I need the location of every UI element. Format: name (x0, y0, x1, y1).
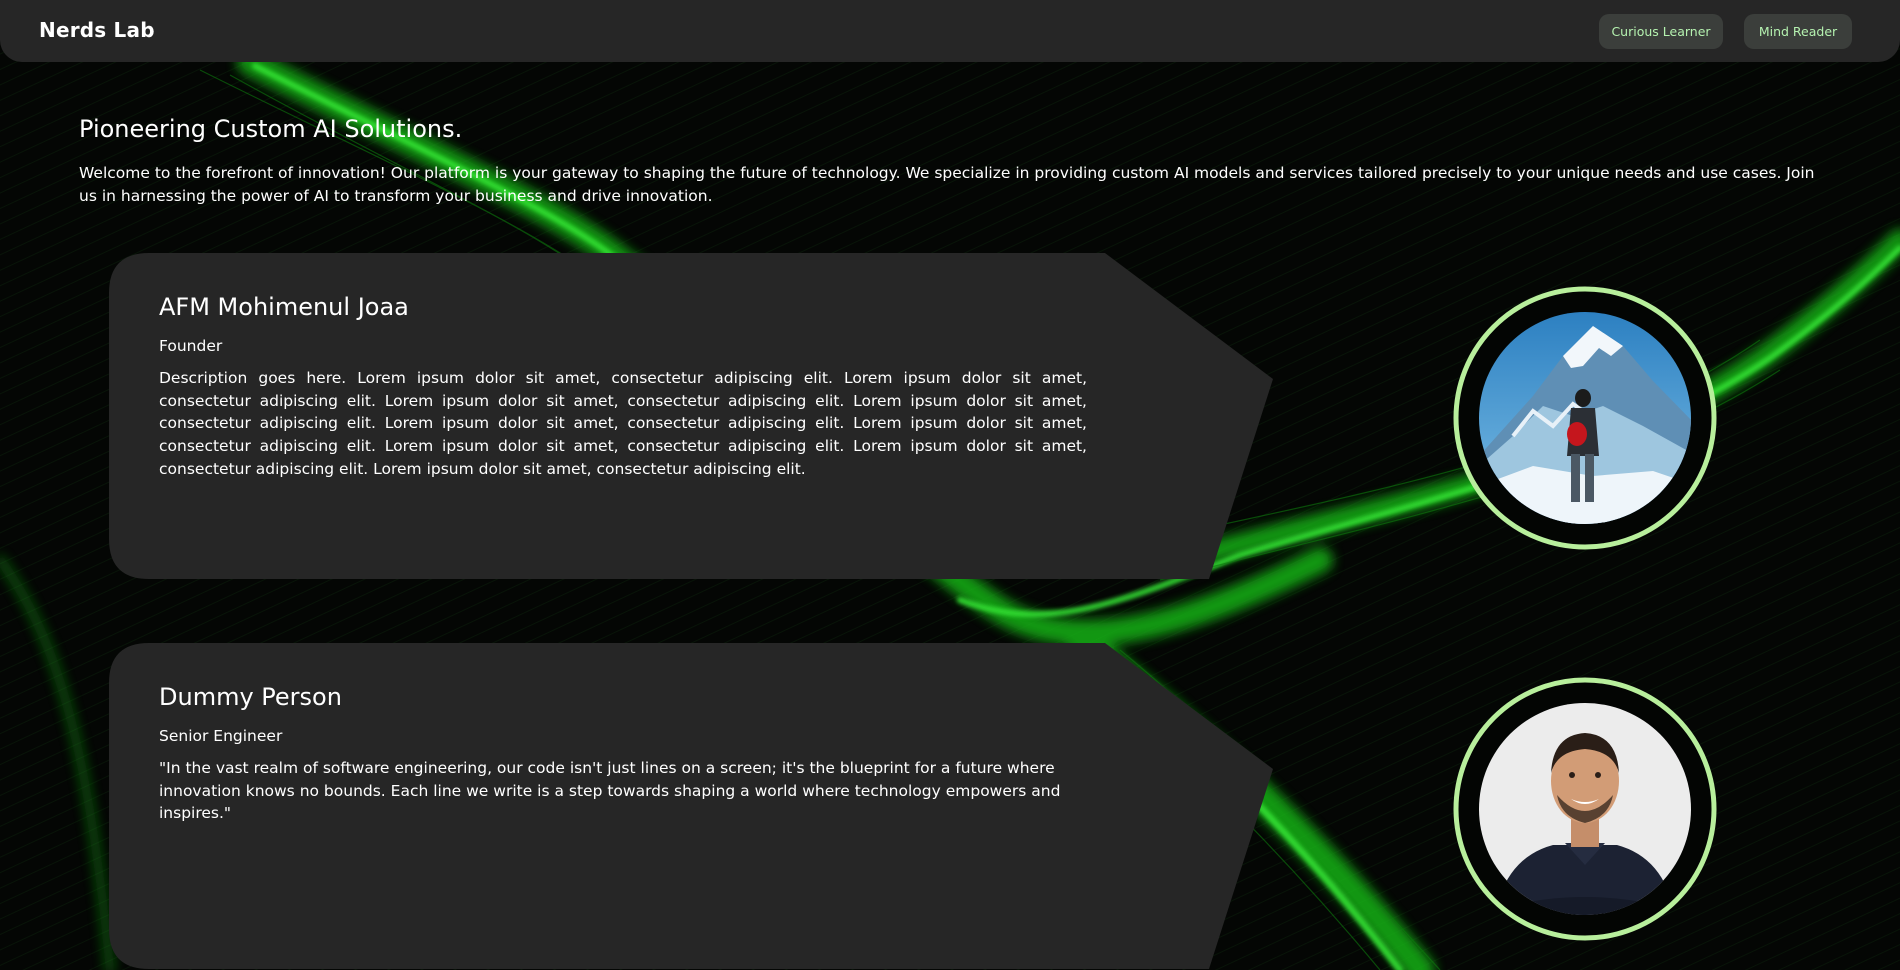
hero-description: Welcome to the forefront of innovation! … (79, 164, 1815, 205)
curious-learner-button[interactable]: Curious Learner (1599, 14, 1723, 49)
team-member-quote: "In the vast realm of software engineeri… (159, 759, 1061, 823)
brand-logo-text[interactable]: Nerds Lab (39, 18, 155, 42)
hero-title: Pioneering Custom AI Solutions. (79, 115, 463, 143)
team-member-description: Description goes here. Lorem ipsum dolor… (159, 369, 1087, 478)
smiling-man-portrait-photo (1453, 677, 1717, 941)
mountain-hiker-photo (1453, 286, 1717, 550)
mind-reader-button[interactable]: Mind Reader (1744, 14, 1852, 49)
top-navbar: Nerds Lab Curious Learner Mind Reader (0, 0, 1900, 62)
team-member-role: Founder (159, 337, 223, 355)
page: Nerds Lab Curious Learner Mind Reader Pi… (0, 0, 1900, 970)
team-member-name: Dummy Person (159, 683, 342, 711)
team-card-senior-engineer: Dummy Person Senior Engineer "In the vas… (109, 643, 1273, 969)
team-card-founder: AFM Mohimenul Joaa Founder Description g… (109, 253, 1273, 579)
team-member-name: AFM Mohimenul Joaa (159, 293, 409, 321)
team-member-role: Senior Engineer (159, 727, 283, 745)
